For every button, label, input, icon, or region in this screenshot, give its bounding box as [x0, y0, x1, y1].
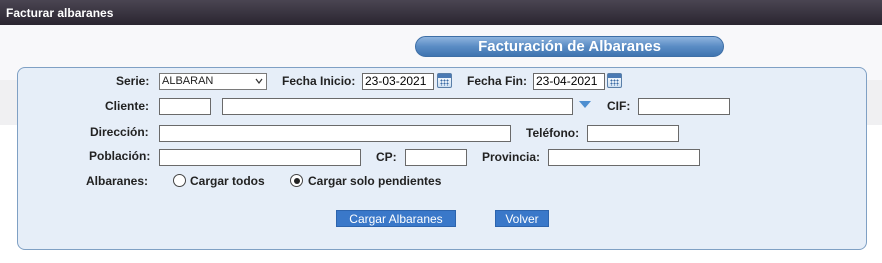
radio-cargar-todos-label[interactable]: Cargar todos [190, 174, 265, 188]
fecha-inicio-input[interactable]: 23-03-2021 [362, 73, 434, 90]
albaranes-label: Albaranes: [86, 174, 149, 188]
provincia-label: Provincia: [482, 150, 541, 164]
fecha-fin-input[interactable]: 23-04-2021 [533, 73, 605, 90]
cargar-albaranes-button[interactable]: Cargar Albaranes [336, 210, 456, 227]
cp-label: CP: [376, 150, 397, 164]
poblacion-input[interactable] [159, 149, 361, 166]
radio-cargar-todos[interactable] [173, 174, 186, 187]
radio-cargar-pendientes[interactable] [290, 174, 303, 187]
serie-label: Serie: [116, 74, 150, 88]
serie-value: ALBARAN [162, 75, 214, 87]
window-title: Facturar albaranes [0, 0, 882, 25]
serie-select[interactable]: ALBARAN [159, 73, 267, 90]
direccion-input[interactable] [159, 125, 511, 142]
cif-label: CIF: [607, 99, 631, 113]
form-title: Facturación de Albaranes [415, 36, 724, 57]
calendar-icon[interactable] [437, 73, 452, 88]
telefono-input[interactable] [587, 125, 679, 142]
cif-input[interactable] [638, 98, 730, 115]
poblacion-label: Población: [89, 149, 151, 163]
fecha-fin-label: Fecha Fin: [467, 74, 528, 88]
provincia-input[interactable] [548, 149, 700, 166]
volver-button[interactable]: Volver [495, 210, 549, 227]
cliente-code-input[interactable] [159, 98, 211, 115]
calendar-icon[interactable] [607, 73, 622, 88]
direccion-label: Dirección: [90, 125, 149, 139]
cliente-name-input[interactable] [222, 98, 573, 115]
chevron-down-icon [255, 78, 263, 84]
cp-input[interactable] [405, 149, 467, 166]
cliente-label: Cliente: [105, 99, 150, 113]
telefono-label: Teléfono: [526, 126, 580, 140]
fecha-inicio-label: Fecha Inicio: [282, 74, 356, 88]
radio-cargar-pendientes-label[interactable]: Cargar solo pendientes [308, 174, 441, 188]
dropdown-arrow-icon[interactable] [579, 101, 591, 108]
